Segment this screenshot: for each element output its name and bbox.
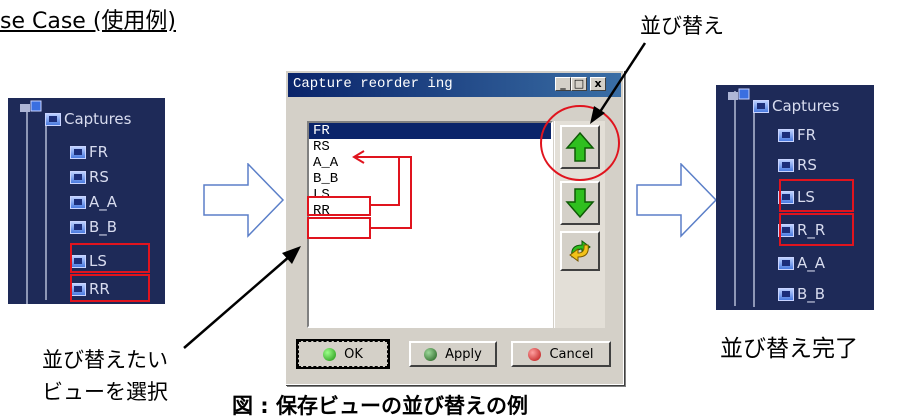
cancel-button[interactable]: Cancel: [511, 341, 611, 367]
capture-icon: [70, 145, 86, 159]
tree-item[interactable]: A_A: [70, 191, 117, 213]
highlight-box: [70, 243, 150, 273]
callout-reorder: 並び替え: [640, 14, 724, 38]
tree-item[interactable]: B_B: [778, 283, 825, 305]
capture-icon: [778, 287, 794, 301]
select-callout-pointer: [183, 246, 301, 349]
callout-done: 並び替え完了: [720, 336, 858, 362]
tree-item[interactable]: RS: [70, 166, 109, 188]
swap-button[interactable]: [560, 231, 600, 271]
tree-after-panel: Captures FR RS LS R_R A_A B_B: [716, 85, 874, 310]
capture-icon: [70, 195, 86, 209]
captures-root-icon: [728, 87, 750, 103]
callout-select-line2: ビューを選択: [42, 380, 168, 404]
section-heading: se Case (使用例): [0, 9, 176, 34]
tree-item[interactable]: FR: [778, 124, 816, 146]
captures-root-icon: [20, 99, 42, 115]
tree-root-captures[interactable]: Captures: [45, 108, 131, 130]
cancel-icon: [528, 347, 542, 361]
tree-item[interactable]: FR: [70, 141, 108, 163]
swap-icon: [569, 240, 591, 262]
up-button-callout: [540, 42, 647, 181]
capture-icon: [70, 220, 86, 234]
capture-icon: [753, 99, 769, 113]
tree-item[interactable]: A_A: [778, 252, 825, 274]
capture-icon: [778, 158, 794, 172]
tree-root-captures[interactable]: Captures: [753, 95, 839, 117]
apply-button[interactable]: Apply: [409, 341, 497, 367]
capture-icon: [70, 170, 86, 184]
flow-arrow-icon: [636, 163, 718, 238]
tree-item[interactable]: B_B: [70, 216, 117, 238]
tree-item[interactable]: RS: [778, 154, 817, 176]
figure-caption: 図 : 保存ビューの並び替えの例: [232, 394, 529, 418]
tree-before-panel: Captures FR RS A_A B_B LS RR: [8, 98, 165, 304]
highlight-box: [779, 179, 854, 212]
apply-icon: [424, 347, 438, 361]
capture-icon: [45, 112, 61, 126]
highlight-box: [70, 274, 150, 302]
highlight-box: [779, 213, 854, 246]
capture-icon: [778, 256, 794, 270]
ok-icon: [323, 347, 337, 361]
callout-select-line1: 並び替えたい: [42, 348, 168, 372]
flow-arrow-icon: [203, 163, 285, 238]
capture-icon: [778, 128, 794, 142]
